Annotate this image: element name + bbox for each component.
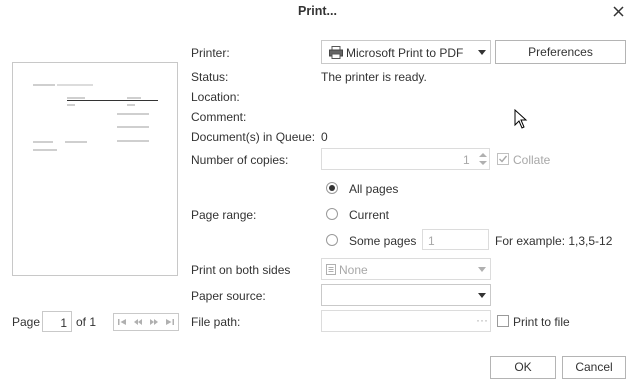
page-number-input[interactable]: 1 <box>42 311 72 332</box>
print-to-file-checkbox[interactable] <box>497 315 509 327</box>
preview-line <box>117 140 149 142</box>
collate-label: Collate <box>513 153 551 167</box>
printer-select-value: Microsoft Print to PDF <box>346 46 464 60</box>
previous-page-icon[interactable] <box>133 317 143 327</box>
radio-some-pages-label: Some pages <box>349 234 417 248</box>
last-page-icon[interactable] <box>165 317 175 327</box>
preview-line <box>57 84 93 86</box>
ok-button[interactable]: OK <box>490 356 556 379</box>
preview-line <box>117 126 149 128</box>
paper-source-select[interactable] <box>321 284 491 306</box>
print-to-file-label: Print to file <box>513 315 570 329</box>
page-range-label: Page range: <box>191 208 257 222</box>
page-navigation <box>113 313 179 331</box>
checkmark-icon <box>499 155 508 163</box>
print-preview <box>12 62 178 276</box>
preview-line <box>33 84 55 86</box>
location-label: Location: <box>191 90 240 104</box>
mouse-cursor-icon <box>514 109 528 129</box>
some-pages-input[interactable]: 1 <box>422 229 489 250</box>
preferences-button[interactable]: Preferences <box>495 40 626 64</box>
file-path-label: File path: <box>191 315 241 329</box>
page-number-value: 1 <box>60 316 67 330</box>
close-button[interactable] <box>610 3 628 21</box>
preview-line <box>33 141 53 143</box>
file-path-input[interactable]: ··· <box>321 310 491 332</box>
page-label: Page <box>12 315 41 329</box>
radio-some-pages[interactable] <box>326 234 338 246</box>
chevron-down-icon <box>478 50 486 55</box>
collate-checkbox[interactable] <box>497 153 509 165</box>
paper-source-label: Paper source: <box>191 289 266 303</box>
preview-line <box>33 149 57 151</box>
browse-button[interactable]: ··· <box>476 313 488 327</box>
preview-line <box>127 104 135 106</box>
cancel-button[interactable]: Cancel <box>562 356 626 379</box>
preview-line <box>117 113 149 115</box>
page-of-label: of 1 <box>76 315 97 329</box>
page-icon <box>326 264 336 275</box>
close-icon <box>613 6 624 17</box>
preview-line <box>67 104 75 106</box>
stepper-arrows-icon[interactable] <box>478 151 488 167</box>
copies-label: Number of copies: <box>191 153 289 167</box>
radio-all-pages[interactable] <box>326 182 338 194</box>
comment-label: Comment: <box>191 110 247 124</box>
preview-line <box>67 97 85 99</box>
radio-all-pages-label: All pages <box>349 182 399 196</box>
preview-line <box>65 141 87 143</box>
queue-label: Document(s) in Queue: <box>191 130 316 144</box>
queue-value: 0 <box>321 130 328 144</box>
chevron-down-icon <box>478 267 486 272</box>
both-sides-label: Print on both sides <box>191 263 291 277</box>
printer-label: Printer: <box>191 46 230 60</box>
page-range-example: For example: 1,3,5-12 <box>495 234 613 248</box>
copies-value: 1 <box>463 153 470 167</box>
preview-line <box>67 100 158 101</box>
both-sides-select[interactable]: None <box>321 258 491 280</box>
dialog-title: Print... <box>298 4 337 18</box>
printer-select[interactable]: Microsoft Print to PDF <box>321 40 491 64</box>
status-label: Status: <box>191 70 229 84</box>
radio-current-label: Current <box>349 208 390 222</box>
both-sides-value: None <box>339 263 368 277</box>
status-value: The printer is ready. <box>321 70 427 84</box>
next-page-icon[interactable] <box>149 317 159 327</box>
printer-icon <box>329 46 343 59</box>
radio-current[interactable] <box>326 208 338 220</box>
first-page-icon[interactable] <box>117 317 127 327</box>
preview-line <box>127 97 141 99</box>
chevron-down-icon <box>478 293 486 298</box>
copies-stepper[interactable]: 1 <box>321 148 490 170</box>
some-pages-value: 1 <box>428 234 435 248</box>
